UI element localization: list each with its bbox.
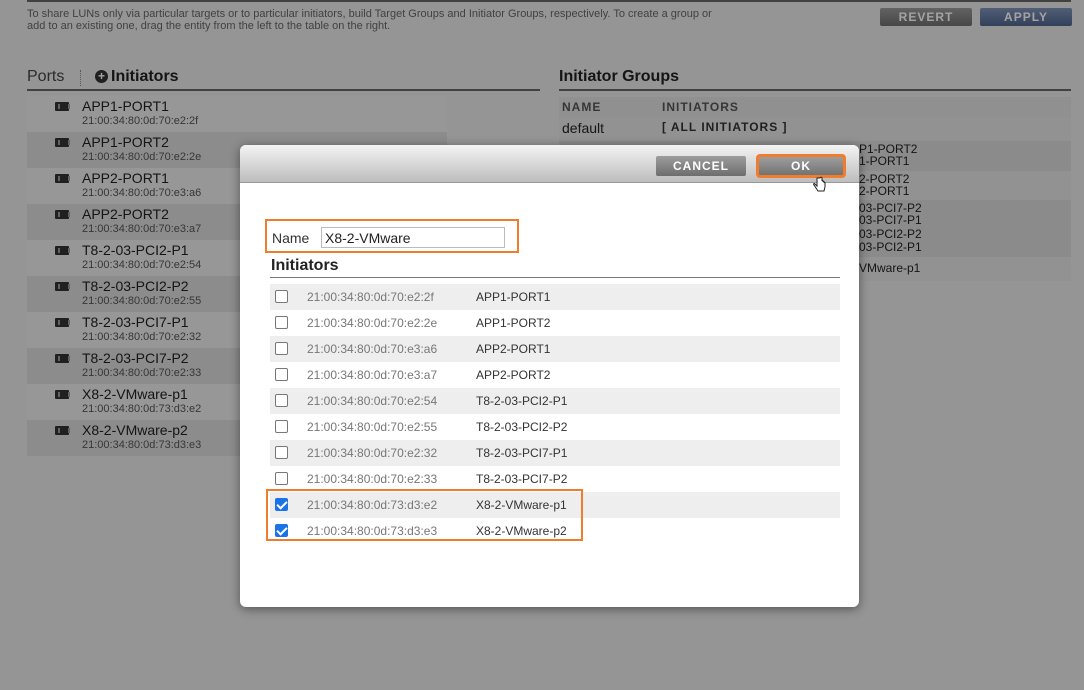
initiator-alias: T8-2-03-PCI7-P2 (476, 472, 568, 486)
initiator-row[interactable]: 21:00:34:80:0d:70:e2:2f APP1-PORT1 (270, 284, 840, 310)
initiator-checkbox[interactable] (275, 472, 288, 485)
new-initiator-group-dialog: CANCEL OK Name Initiators 21:00:34:80:0d… (240, 145, 859, 607)
selected-rows-highlight (266, 489, 583, 541)
initiator-alias: APP2-PORT2 (476, 368, 551, 382)
initiator-wwn: 21:00:34:80:0d:70:e2:2f (307, 290, 434, 304)
initiator-row[interactable]: 21:00:34:80:0d:70:e3:a6 APP2-PORT1 (270, 336, 840, 362)
initiator-wwn: 21:00:34:80:0d:70:e2:55 (307, 420, 438, 434)
initiator-row[interactable]: 21:00:34:80:0d:70:e2:55 T8-2-03-PCI2-P2 (270, 414, 840, 440)
name-label: Name (272, 230, 310, 246)
initiator-alias: APP1-PORT1 (476, 290, 551, 304)
initiator-wwn: 21:00:34:80:0d:70:e2:2e (307, 316, 438, 330)
initiator-checkbox[interactable] (275, 446, 288, 459)
cancel-button[interactable]: CANCEL (656, 156, 746, 176)
initiator-wwn: 21:00:34:80:0d:70:e3:a7 (307, 368, 438, 382)
dialog-initiators-title: Initiators (271, 257, 339, 274)
initiator-alias: APP2-PORT1 (476, 342, 551, 356)
hand-cursor-icon (813, 176, 826, 192)
initiator-checkbox[interactable] (275, 368, 288, 381)
dialog-titlebar: CANCEL OK (240, 145, 859, 192)
initiator-wwn: 21:00:34:80:0d:70:e3:a6 (307, 342, 438, 356)
initiator-row[interactable]: 21:00:34:80:0d:70:e3:a7 APP2-PORT2 (270, 362, 840, 388)
initiator-wwn: 21:00:34:80:0d:70:e2:33 (307, 472, 438, 486)
initiator-alias: T8-2-03-PCI2-P2 (476, 420, 568, 434)
group-name-input[interactable] (321, 227, 505, 248)
initiators-divider (270, 277, 840, 278)
initiator-checkbox[interactable] (275, 394, 288, 407)
initiator-checkbox[interactable] (275, 342, 288, 355)
initiator-checkbox[interactable] (275, 420, 288, 433)
initiator-row[interactable]: 21:00:34:80:0d:70:e2:54 T8-2-03-PCI2-P1 (270, 388, 840, 414)
initiator-wwn: 21:00:34:80:0d:70:e2:32 (307, 446, 438, 460)
initiator-wwn: 21:00:34:80:0d:70:e2:54 (307, 394, 438, 408)
initiator-alias: T8-2-03-PCI7-P1 (476, 446, 568, 460)
initiator-row[interactable]: 21:00:34:80:0d:70:e2:32 T8-2-03-PCI7-P1 (270, 440, 840, 466)
initiator-checkbox[interactable] (275, 290, 288, 303)
ok-button[interactable]: OK (756, 154, 846, 178)
initiator-alias: APP1-PORT2 (476, 316, 551, 330)
initiator-alias: T8-2-03-PCI2-P1 (476, 394, 568, 408)
initiator-checkbox[interactable] (275, 316, 288, 329)
initiator-row[interactable]: 21:00:34:80:0d:70:e2:2e APP1-PORT2 (270, 310, 840, 336)
